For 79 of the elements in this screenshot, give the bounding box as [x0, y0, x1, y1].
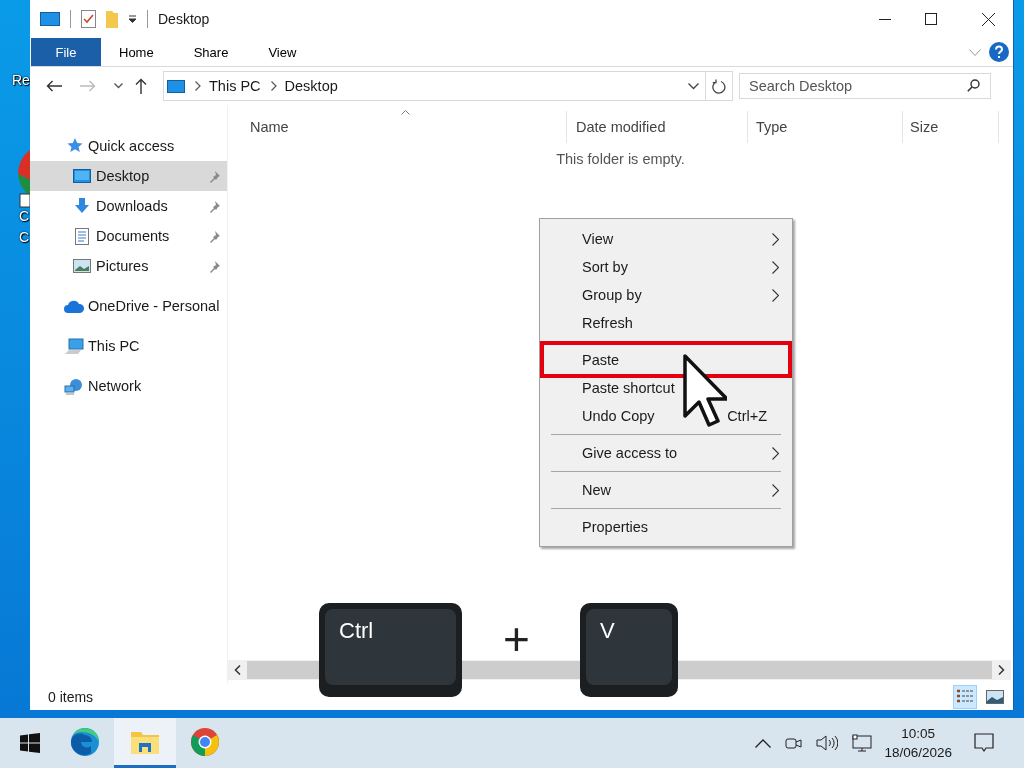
scroll-left-icon[interactable]: [234, 665, 241, 675]
clock-time[interactable]: 10:05: [901, 724, 936, 743]
context-menu-item[interactable]: Sort by: [540, 253, 792, 281]
details-view-button[interactable]: [953, 685, 977, 709]
ribbon-tab[interactable]: Home: [101, 38, 172, 66]
search-field[interactable]: Search Desktop: [739, 73, 991, 99]
context-menu-item[interactable]: Group by: [540, 281, 792, 309]
chevron-down-icon[interactable]: [688, 82, 699, 90]
picture-frame-icon: [73, 259, 91, 273]
column-header[interactable]: Size: [903, 111, 999, 143]
search-icon: [967, 79, 980, 92]
minimize-icon[interactable]: [879, 18, 891, 20]
context-menu-item[interactable]: New: [540, 476, 792, 504]
address-bar[interactable]: This PC Desktop: [163, 71, 733, 101]
column-header[interactable]: Type: [748, 111, 903, 143]
ribbon-tab[interactable]: View: [250, 38, 315, 66]
nav-item[interactable]: OneDrive - Personal: [30, 291, 227, 321]
keyboard-key: V: [580, 603, 678, 697]
nav-item[interactable]: Network: [30, 371, 227, 401]
network-monitor-icon[interactable]: [852, 734, 873, 752]
nav-item[interactable]: Quick access: [30, 131, 227, 161]
breadcrumb[interactable]: Desktop: [284, 78, 338, 94]
keyboard-key: Ctrl: [319, 603, 462, 697]
monitor-icon: [167, 79, 185, 93]
window-title: Desktop: [158, 11, 210, 27]
file-folder-app-button[interactable]: [114, 718, 176, 768]
document-icon: [75, 227, 89, 245]
back-arrow-icon[interactable]: [46, 80, 62, 92]
checklist-icon[interactable]: [81, 10, 96, 28]
ribbon-tab[interactable]: Share: [175, 38, 247, 66]
nav-item[interactable]: This PC: [30, 331, 227, 361]
pin-icon[interactable]: [209, 259, 221, 273]
file-menu-button[interactable]: File: [31, 38, 101, 66]
chevron-right-icon[interactable]: [195, 81, 201, 91]
plus-sign: +: [503, 616, 530, 662]
context-menu-item[interactable]: View: [540, 225, 792, 253]
sort-caret-icon: [401, 110, 410, 115]
maximize-icon[interactable]: [925, 13, 937, 25]
breadcrumb[interactable]: This PC: [209, 78, 261, 94]
refresh-icon[interactable]: [712, 78, 726, 94]
help-icon[interactable]: [989, 42, 1009, 62]
network-icon: [64, 377, 84, 395]
chevron-up-icon[interactable]: [755, 738, 772, 748]
nav-item[interactable]: Desktop: [30, 161, 227, 191]
dropdown-icon[interactable]: [128, 15, 137, 23]
swirl-logo-icon[interactable]: [70, 726, 100, 757]
chevron-right-icon[interactable]: [270, 81, 277, 91]
monitor-icon: [73, 169, 91, 183]
computer-icon: [64, 337, 84, 355]
download-arrow-icon: [74, 198, 90, 214]
context-menu-item[interactable]: Properties: [540, 513, 792, 541]
round-logo-icon[interactable]: [190, 726, 220, 757]
context-menu-item[interactable]: Refresh: [540, 309, 792, 337]
context-menu-item[interactable]: Paste: [544, 345, 788, 374]
context-menu-item[interactable]: Paste shortcut: [540, 374, 792, 402]
start-button[interactable]: [20, 733, 40, 753]
star-icon: [65, 137, 83, 155]
mouse-pointer-icon: [683, 354, 727, 428]
folder-icon[interactable]: [131, 729, 159, 754]
column-header[interactable]: Name: [228, 111, 567, 143]
up-arrow-icon[interactable]: [135, 78, 147, 94]
browser-shortcut-icon[interactable]: [18, 150, 30, 208]
clock-date[interactable]: 18/06/2026: [884, 743, 952, 762]
nav-item[interactable]: Documents: [30, 221, 227, 251]
close-icon[interactable]: [982, 12, 995, 26]
context-menu-item[interactable]: Undo Copy Ctrl+Z: [540, 402, 792, 430]
chevron-down-icon[interactable]: [114, 83, 123, 89]
nav-item[interactable]: Downloads: [30, 191, 227, 221]
scroll-right-icon[interactable]: [998, 665, 1005, 675]
item-count: 0 items: [48, 689, 94, 705]
pin-icon[interactable]: [209, 199, 221, 213]
nav-item[interactable]: Pictures: [30, 251, 227, 281]
column-header[interactable]: Date modified: [567, 111, 748, 143]
notification-icon[interactable]: [974, 733, 994, 753]
speaker-icon[interactable]: [816, 735, 839, 751]
context-menu-item[interactable]: Give access to: [540, 439, 792, 467]
pin-icon[interactable]: [209, 229, 221, 243]
empty-folder-message: This folder is empty.: [555, 151, 686, 167]
cloud-icon: [64, 299, 84, 313]
